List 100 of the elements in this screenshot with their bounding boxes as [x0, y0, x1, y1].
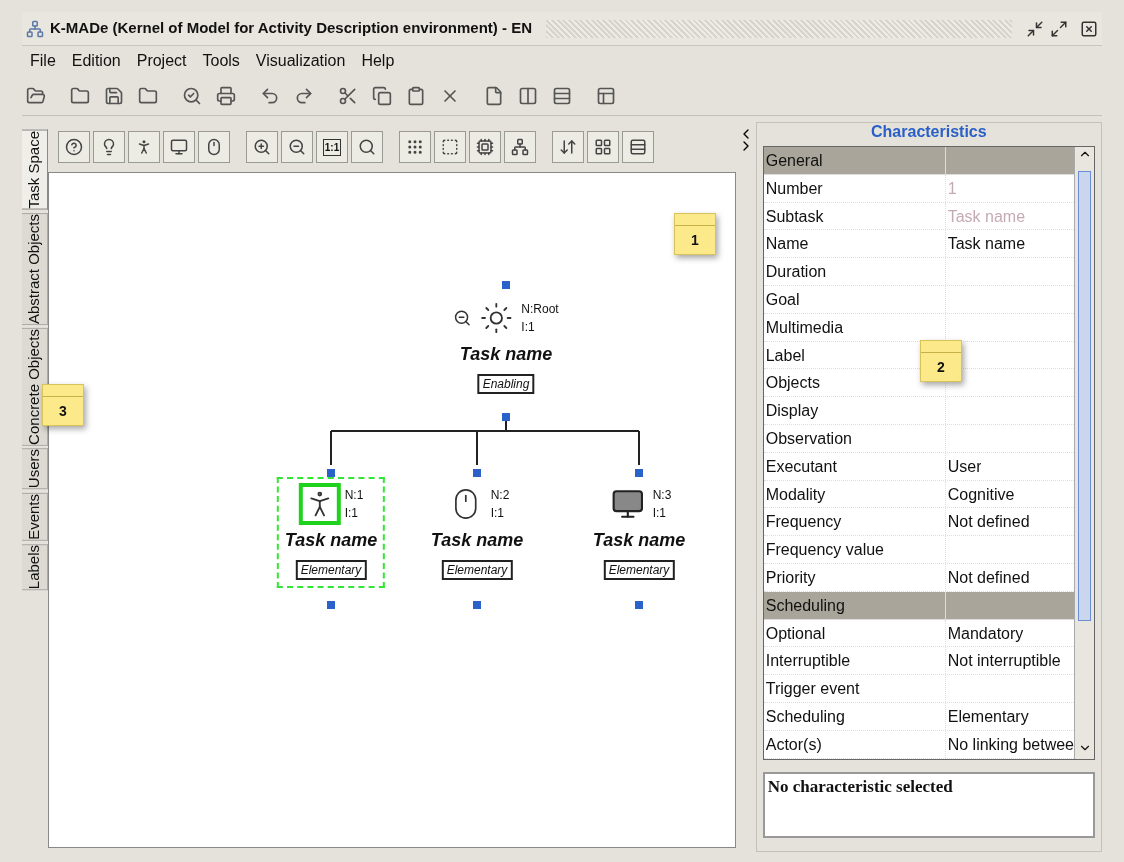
task-node[interactable]: N:2 I:1 Task name Elementary	[422, 477, 532, 588]
property-value[interactable]: Not interruptible	[945, 647, 1061, 675]
task-iteration: I:1	[490, 505, 505, 522]
connection-handle[interactable]	[473, 601, 481, 609]
task-number: N:Root	[521, 301, 559, 318]
menu-item[interactable]: Project	[130, 49, 193, 73]
toolbar-button[interactable]	[351, 131, 383, 163]
connection-handle[interactable]	[327, 469, 335, 477]
connection-handle[interactable]	[327, 601, 335, 609]
property-name: Modality	[763, 480, 946, 508]
side-tab[interactable]: Events	[22, 492, 48, 541]
print-preview-icon[interactable]	[182, 85, 202, 106]
toolbar-button[interactable]	[58, 131, 90, 163]
property-name: Name	[763, 230, 946, 258]
close-icon[interactable]	[1080, 19, 1098, 38]
scheduling-label: Elementary	[295, 560, 367, 580]
side-tab[interactable]: Task Space	[22, 130, 48, 210]
side-tab[interactable]: Labels	[22, 543, 48, 590]
cut-icon[interactable]	[338, 85, 358, 106]
toolbar-button[interactable]	[128, 131, 160, 163]
arrows-icon	[559, 138, 577, 156]
task-iteration: I:1	[521, 319, 536, 336]
folder-icon[interactable]	[70, 85, 90, 106]
property-value[interactable]: No linking betwee	[945, 730, 1074, 758]
property-value[interactable]: Cognitive	[945, 480, 1015, 508]
menu-item[interactable]: Tools	[196, 49, 246, 73]
undo-icon[interactable]	[260, 85, 280, 106]
toolbar-button[interactable]	[163, 131, 195, 163]
side-tab[interactable]: Abstract Objects	[22, 212, 48, 325]
connection-handle[interactable]	[502, 281, 510, 289]
task-iteration: I:1	[652, 505, 667, 522]
task-name: Task name	[284, 529, 378, 552]
toolbar-button[interactable]	[504, 131, 536, 163]
task-node[interactable]: N:Root I:1 Task name Enabling	[445, 291, 567, 402]
property-name: Observation	[763, 424, 946, 452]
columns-icon[interactable]	[518, 85, 538, 106]
property-value[interactable]: Mandatory	[945, 619, 1024, 647]
rows-icon[interactable]	[552, 85, 572, 106]
maximize-icon[interactable]	[1050, 19, 1068, 38]
menu-item[interactable]: File	[24, 49, 62, 73]
copy-icon[interactable]	[372, 85, 392, 106]
toolbar-button[interactable]	[434, 131, 466, 163]
connection-handle[interactable]	[635, 601, 643, 609]
frame-icon	[441, 138, 459, 156]
property-name: Executant	[763, 452, 946, 480]
property-value[interactable]: Not defined	[945, 563, 1030, 591]
property-name: Duration	[763, 258, 946, 285]
menu-item[interactable]: Edition	[65, 49, 127, 73]
print-icon[interactable]	[216, 85, 236, 106]
toolbar-button[interactable]	[399, 131, 431, 163]
toolbar-button[interactable]	[552, 131, 584, 163]
property-value[interactable]: Not defined	[945, 508, 1030, 536]
zoom-fit-icon	[358, 138, 376, 156]
help-icon	[65, 138, 83, 156]
connection-handle[interactable]	[473, 469, 481, 477]
property-value[interactable]: User	[945, 452, 982, 480]
note-marker: 1	[674, 213, 716, 255]
toolbar-button[interactable]	[622, 131, 654, 163]
connection-handle[interactable]	[635, 469, 643, 477]
task-node[interactable]: N:3 I:1 Task name Elementary	[584, 477, 694, 588]
zoom-in-icon	[253, 138, 271, 156]
save-icon[interactable]	[104, 85, 124, 106]
paste-icon[interactable]	[406, 85, 426, 106]
minimize-icon[interactable]	[1026, 19, 1044, 38]
mouse-icon	[205, 138, 223, 156]
task-name: Task name	[430, 529, 524, 552]
task-name: Task name	[592, 529, 686, 552]
page-icon[interactable]	[484, 85, 504, 106]
toolbar-button[interactable]	[93, 131, 125, 163]
task-iteration: I:1	[344, 505, 359, 522]
task-number: N:3	[652, 487, 672, 504]
zoom-icon[interactable]	[453, 309, 472, 327]
window-title: K-MADe (Kernel of Model for Activity Description environment) - EN	[50, 18, 532, 39]
property-value[interactable]: Task name	[945, 230, 1026, 258]
toolbar-button[interactable]	[198, 131, 230, 163]
side-tab[interactable]: Concrete Objects	[22, 327, 48, 446]
open-icon[interactable]	[26, 85, 46, 106]
property-name: Frequency	[763, 508, 946, 536]
rows-icon	[629, 138, 647, 156]
toolbar-button[interactable]	[469, 131, 501, 163]
folder-icon[interactable]	[138, 85, 158, 106]
task-node[interactable]: N:1 I:1 Task name Elementary	[276, 477, 386, 588]
toolbar-button[interactable]	[587, 131, 619, 163]
toolbar-button[interactable]	[281, 131, 313, 163]
window-icon[interactable]	[596, 85, 616, 106]
section-header[interactable]: Scheduling	[763, 591, 1074, 620]
side-tab[interactable]: Users	[22, 448, 48, 490]
scheduling-label: Enabling	[477, 374, 535, 394]
connection-handle[interactable]	[502, 413, 510, 421]
scheduling-label: Elementary	[441, 560, 513, 580]
property-value[interactable]: Elementary	[945, 702, 1029, 730]
toolbar-button[interactable]	[246, 131, 278, 163]
note-marker: 3	[42, 384, 84, 426]
section-header[interactable]: General	[763, 147, 1074, 175]
menu-item[interactable]: Help	[355, 49, 401, 73]
actual-size-button[interactable]: 1:1	[316, 131, 348, 163]
computer-icon	[170, 138, 188, 156]
scrollbar[interactable]	[1074, 147, 1094, 759]
menu-item[interactable]: Visualization	[249, 49, 352, 73]
redo-icon[interactable]	[294, 85, 314, 106]
